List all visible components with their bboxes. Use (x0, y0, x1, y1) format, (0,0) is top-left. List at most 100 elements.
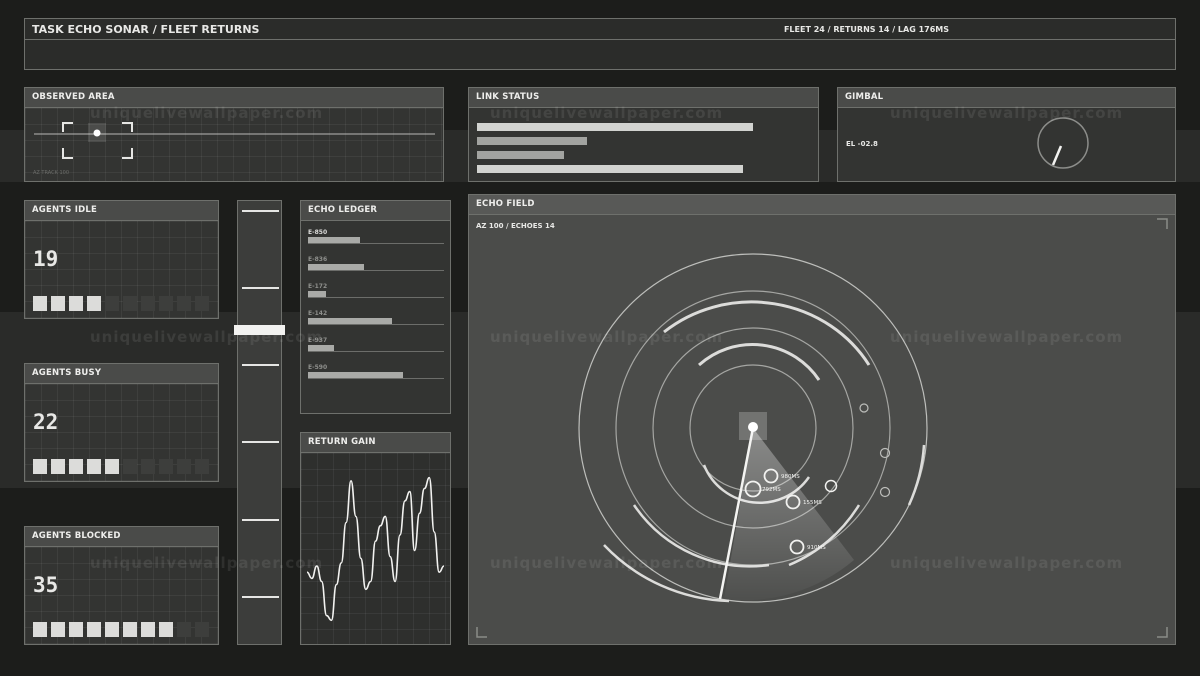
ledger-fill (308, 372, 403, 378)
echo-label: 792MS (762, 487, 781, 493)
ledger-fill (308, 237, 360, 243)
scale-tick (242, 519, 279, 521)
scale-tick (242, 287, 279, 289)
agents-cell (141, 622, 155, 637)
ledger-row: E-172 (308, 283, 444, 298)
link-bar (477, 151, 564, 159)
ledger-track (308, 318, 444, 325)
sonar-origin (748, 422, 758, 432)
watermark-text: uniquelivewallpaper.com (490, 104, 724, 122)
agents-cell (105, 622, 119, 637)
panel-title: RETURN GAIN (301, 433, 450, 453)
agents-cell (195, 622, 209, 637)
scale-tick (242, 441, 279, 443)
page-title: TASK ECHO SONAR / FLEET RETURNS (32, 23, 260, 36)
panel-title: ECHO LEDGER (301, 201, 450, 221)
watermark-text: uniquelivewallpaper.com (890, 104, 1124, 122)
scale-tick (242, 364, 279, 366)
agents-cells (33, 296, 209, 311)
agents-cells (33, 459, 209, 474)
agents-cell (195, 296, 209, 311)
watermark-text: uniquelivewallpaper.com (490, 554, 724, 572)
agents-cell (87, 622, 101, 637)
agents-cell (159, 296, 173, 311)
echo-label: 155MS (803, 500, 822, 506)
link-bar (477, 165, 743, 173)
panel-title: AGENTS BLOCKED (25, 527, 218, 547)
ledger-label: E-142 (308, 310, 328, 317)
ledger-row: E-937 (308, 337, 444, 352)
sonar-display: 980MS 792MS 155MS 910MS (476, 218, 1168, 638)
ledger-label: E-836 (308, 256, 328, 263)
agents-cell (105, 296, 119, 311)
ledger-row: E-836 (308, 256, 444, 271)
agents-cell (195, 459, 209, 474)
ledger-track (308, 264, 444, 271)
agents-count: 22 (33, 410, 59, 434)
echo-ledger-panel: ECHO LEDGER E-850 E-836 E-172 E-142 E-937 E-5… (300, 200, 451, 414)
agents-panel: AGENTS BUSY 22 (24, 363, 219, 482)
agents-cells (33, 622, 209, 637)
watermark-text: uniquelivewallpaper.com (90, 104, 324, 122)
return-gain-plot (301, 453, 450, 644)
observed-area-panel: OBSERVED AREA AZ TRACK 100 (24, 87, 444, 182)
link-bar (477, 137, 587, 145)
gimbal-elevation: EL -02.8 (846, 140, 878, 148)
gimbal-dial (1037, 117, 1089, 169)
agents-cell (141, 296, 155, 311)
agents-cell (123, 296, 137, 311)
ledger-track (308, 237, 444, 244)
echo-label: 980MS (781, 474, 800, 480)
observed-caption: AZ TRACK 100 (33, 170, 69, 176)
header-bar: TASK ECHO SONAR / FLEET RETURNS FLEET 24… (24, 18, 1176, 70)
agents-cell (141, 459, 155, 474)
echo-marker[interactable] (879, 486, 891, 498)
agents-cell (69, 622, 83, 637)
agents-cell (51, 622, 65, 637)
agents-cell (51, 296, 65, 311)
ledger-track (308, 372, 444, 379)
ledger-label: E-590 (308, 364, 328, 371)
agents-cell (51, 459, 65, 474)
agents-cell (159, 622, 173, 637)
echo-field-panel: ECHO FIELD AZ 100 / ECHOES 14 980MS 792M… (468, 194, 1176, 645)
ledger-row: E-142 (308, 310, 444, 325)
scale-tick (242, 596, 279, 598)
echo-label: 910MS (807, 545, 826, 551)
return-gain-svg (306, 476, 445, 622)
ledger-label: E-850 (308, 229, 328, 236)
watermark-text: uniquelivewallpaper.com (890, 554, 1124, 572)
agents-cell (33, 459, 47, 474)
ledger-label: E-937 (308, 337, 328, 344)
agents-cell (105, 459, 119, 474)
agents-cell (33, 622, 47, 637)
agents-cell (69, 296, 83, 311)
agents-cell (123, 622, 137, 637)
link-status-panel: LINK STATUS (468, 87, 819, 182)
ledger-fill (308, 291, 326, 297)
agents-panel: AGENTS IDLE 19 (24, 200, 219, 319)
scale-tick (242, 210, 279, 212)
ledger-fill (308, 264, 364, 270)
ledger-track (308, 291, 444, 298)
gimbal-needle (1051, 145, 1063, 166)
gain-waveform (306, 476, 445, 622)
agents-count: 19 (33, 247, 59, 271)
return-gain-panel: RETURN GAIN (300, 432, 451, 645)
vertical-scale[interactable] (234, 200, 285, 645)
gimbal-panel: GIMBAL EL -02.8 (837, 87, 1176, 182)
agents-cell (123, 459, 137, 474)
ledger-row: E-590 (308, 364, 444, 379)
agents-cell (177, 622, 191, 637)
agents-count: 35 (33, 573, 59, 597)
watermark-text: uniquelivewallpaper.com (490, 328, 724, 346)
ledger-label: E-172 (308, 283, 328, 290)
echo-marker[interactable] (859, 403, 869, 413)
agents-cell (177, 296, 191, 311)
ledger-row: E-850 (308, 229, 444, 244)
watermark-text: uniquelivewallpaper.com (90, 554, 324, 572)
agents-cell (177, 459, 191, 474)
watermark-text: uniquelivewallpaper.com (890, 328, 1124, 346)
agents-panel: AGENTS BLOCKED 35 (24, 526, 219, 645)
fleet-status: FLEET 24 / RETURNS 14 / LAG 176MS (783, 25, 949, 34)
